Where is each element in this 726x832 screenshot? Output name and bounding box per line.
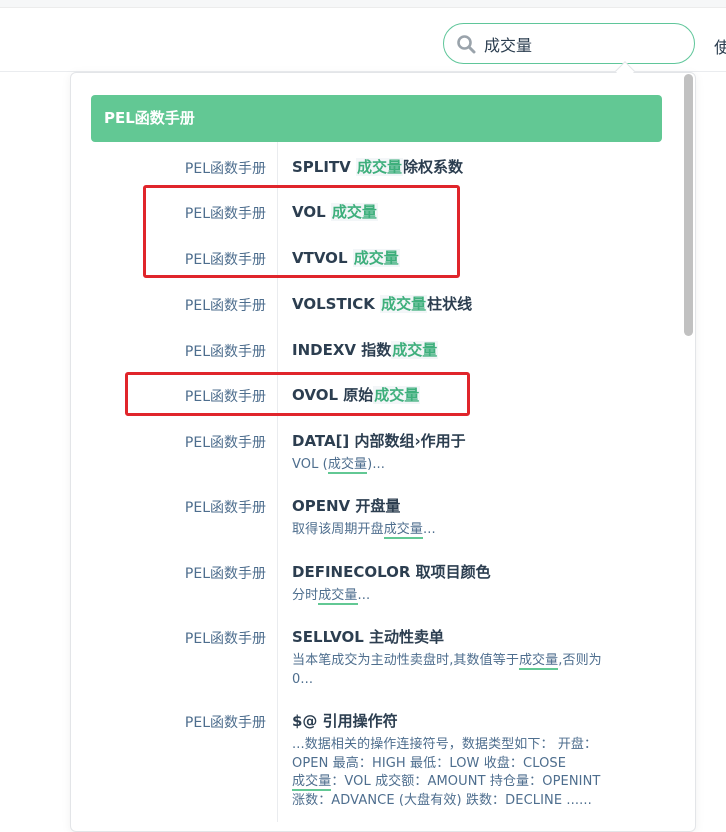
suggestion-section-header: PEL函数手册 bbox=[91, 95, 662, 142]
suggestion-title: VOL 成交量 bbox=[292, 203, 378, 221]
suggestion-item-definecolor[interactable]: PEL函数手册 DEFINECOLOR 取项目颜色 分时成交量... bbox=[91, 561, 662, 621]
suggestion-title: VTVOL 成交量 bbox=[292, 249, 400, 267]
suggestion-excerpt: 取得该周期开盘成交量... bbox=[292, 522, 436, 539]
suggestion-title: VOLSTICK 成交量柱状线 bbox=[292, 295, 473, 313]
suggestion-item-vol[interactable]: PEL函数手册 VOL 成交量 bbox=[91, 201, 662, 241]
suggestion-title: INDEXV 指数成交量 bbox=[292, 341, 439, 359]
suggestion-title: SPLITV 成交量除权系数 bbox=[292, 158, 464, 176]
suggestion-category: PEL函数手册 bbox=[184, 206, 266, 222]
suggestion-title: DEFINECOLOR 取项目颜色 bbox=[292, 563, 491, 581]
suggestion-item-splitv[interactable]: PEL函数手册 SPLITV 成交量除权系数 bbox=[91, 156, 662, 196]
suggestion-category: PEL函数手册 bbox=[184, 389, 266, 405]
suggestion-excerpt: VOL (成交量)... bbox=[292, 457, 386, 474]
top-strip bbox=[0, 0, 726, 8]
search-icon bbox=[457, 35, 476, 54]
suggestion-title: OVOL 原始成交量 bbox=[292, 386, 421, 404]
suggestion-item-ovol[interactable]: PEL函数手册 OVOL 原始成交量 bbox=[91, 384, 662, 424]
suggestion-category: PEL函数手册 bbox=[184, 435, 266, 451]
suggestion-category: PEL函数手册 bbox=[184, 161, 266, 177]
suggestion-item-data[interactable]: PEL函数手册 DATA[] 内部数组›作用于 VOL (成交量)... bbox=[91, 430, 662, 490]
navbar: 使 bbox=[0, 8, 726, 72]
suggestion-category: PEL函数手册 bbox=[184, 298, 266, 314]
nav-link-partial[interactable]: 使 bbox=[714, 34, 726, 58]
suggestion-title: SELLVOL 主动性卖单 bbox=[292, 628, 444, 646]
suggestion-category: PEL函数手册 bbox=[184, 344, 266, 360]
suggestion-item-indexv[interactable]: PEL函数手册 INDEXV 指数成交量 bbox=[91, 339, 662, 379]
search-input[interactable] bbox=[484, 30, 684, 58]
suggestion-item-openv[interactable]: PEL函数手册 OPENV 开盘量 取得该周期开盘成交量... bbox=[91, 495, 662, 555]
suggestion-excerpt: 当本笔成交为主动性卖盘时,其数值等于成交量,否则为 0... bbox=[292, 653, 602, 687]
suggestion-category: PEL函数手册 bbox=[184, 252, 266, 268]
suggestion-item-vtvol[interactable]: PEL函数手册 VTVOL 成交量 bbox=[91, 247, 662, 287]
suggestion-excerpt: ...数据相关的操作连接符号，数据类型如下： 开盘： OPEN 最高：HIGH … bbox=[292, 737, 601, 808]
suggestion-title: DATA[] 内部数组›作用于 bbox=[292, 432, 466, 450]
search-box[interactable] bbox=[443, 23, 695, 64]
suggestion-item-sellvol[interactable]: PEL函数手册 SELLVOL 主动性卖单 当本笔成交为主动性卖盘时,其数值等于… bbox=[91, 626, 662, 706]
dropdown-scrollbar[interactable] bbox=[682, 74, 694, 815]
suggestion-category: PEL函数手册 bbox=[184, 566, 266, 582]
suggestion-excerpt: 分时成交量... bbox=[292, 588, 371, 605]
scrollbar-thumb[interactable] bbox=[684, 74, 693, 336]
suggestion-category: PEL函数手册 bbox=[184, 631, 266, 647]
suggestion-item-ref-operator[interactable]: PEL函数手册 $@ 引用操作符 ...数据相关的操作连接符号，数据类型如下： … bbox=[91, 710, 662, 815]
suggestion-category: PEL函数手册 bbox=[184, 500, 266, 516]
suggestion-title: $@ 引用操作符 bbox=[292, 712, 398, 730]
suggestion-item-volstick[interactable]: PEL函数手册 VOLSTICK 成交量柱状线 bbox=[91, 293, 662, 333]
suggestion-category: PEL函数手册 bbox=[184, 715, 266, 731]
suggestion-title: OPENV 开盘量 bbox=[292, 497, 401, 515]
